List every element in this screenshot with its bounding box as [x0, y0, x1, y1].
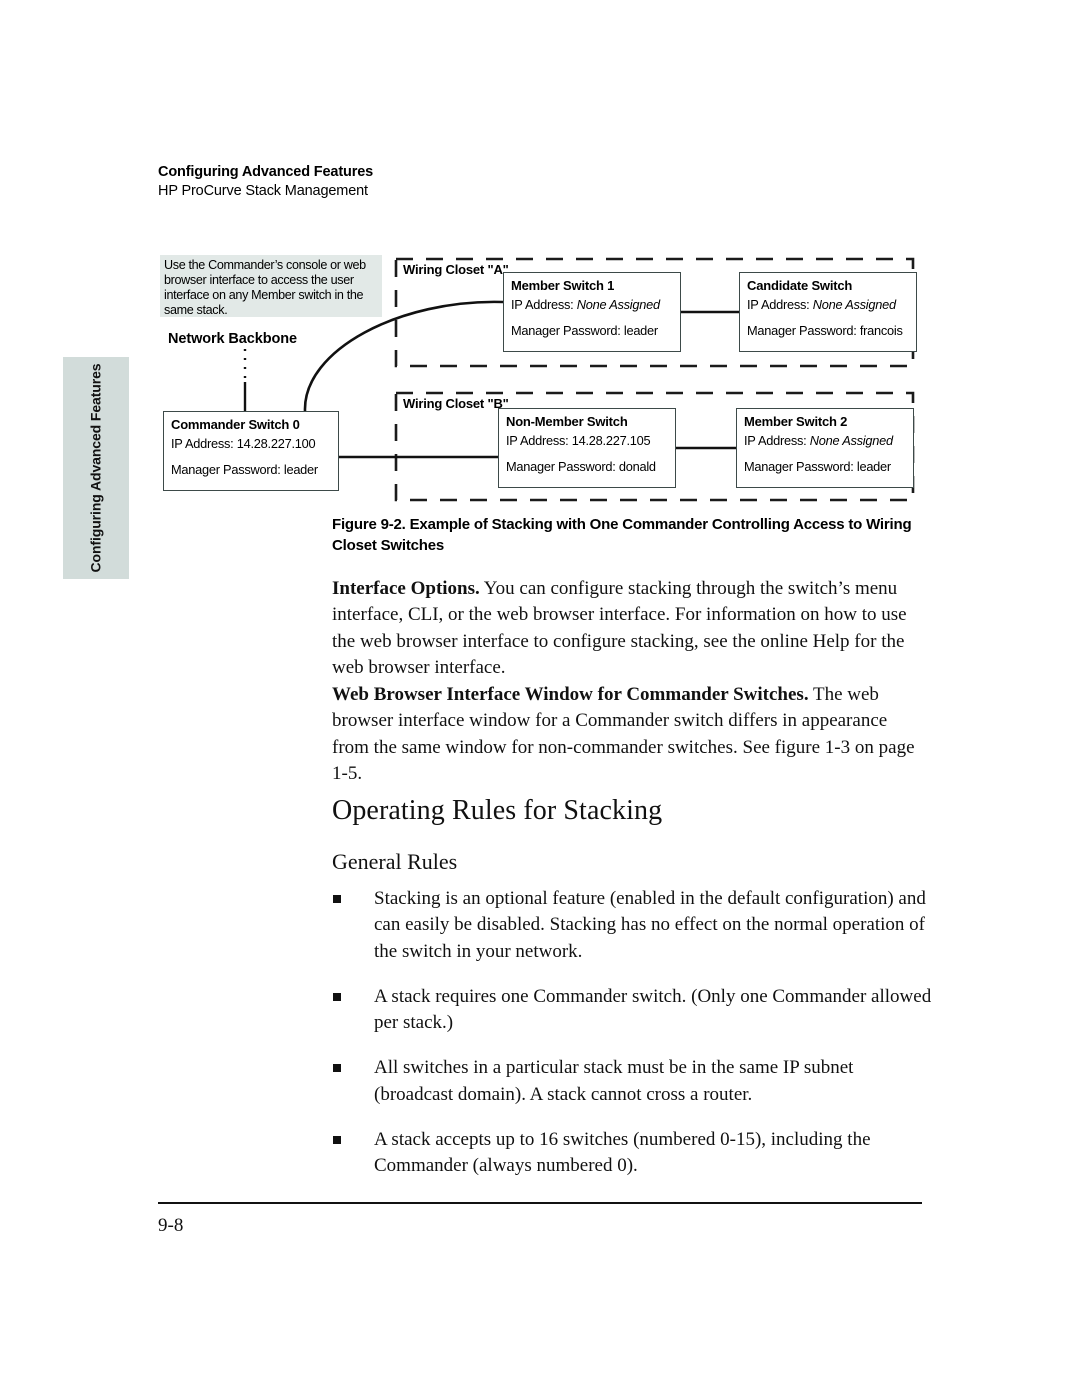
switch-password-line: Manager Password: leader — [171, 462, 331, 478]
footer-divider — [158, 1202, 922, 1204]
wiring-closet-b-label: Wiring Closet "B" — [400, 396, 512, 411]
switch-ip-label: IP Address: — [511, 297, 577, 312]
switch-password-label: Manager Password: — [747, 323, 860, 338]
paragraph-lead-in: Interface Options. — [332, 578, 480, 599]
network-backbone-label: Network Backbone — [168, 331, 297, 347]
switch-title: Member Switch 1 — [511, 278, 615, 293]
switch-password-line: Manager Password: francois — [747, 323, 909, 339]
switch-ip-label: IP Address: — [171, 436, 237, 451]
square-bullet-icon — [333, 992, 341, 1001]
list-item-text: All switches in a particular stack must … — [374, 1057, 854, 1105]
switch-title: Candidate Switch — [747, 278, 853, 293]
running-header: Configuring Advanced Features HP ProCurv… — [158, 163, 758, 202]
switch-password-label: Manager Password: — [506, 459, 619, 474]
switch-title: Commander Switch 0 — [171, 417, 300, 432]
switch-ip-value: 14.28.227.100 — [236, 436, 316, 451]
wiring-closet-b-boundary — [394, 391, 915, 502]
paragraph-lead-in: Web Browser Interface Window for Command… — [332, 684, 809, 705]
header-subject-title: HP ProCurve Stack Management — [158, 183, 368, 199]
switch-box-non-member: Non-Member Switch IP Address: 14.28.227.… — [498, 408, 676, 488]
switch-ip-line: IP Address: 14.28.227.100 — [171, 436, 331, 452]
list-item: A stack accepts up to 16 switches (numbe… — [332, 1127, 932, 1180]
page-number: 9-8 — [158, 1215, 184, 1236]
general-rules-list: Stacking is an optional feature (enabled… — [332, 886, 932, 1199]
switch-ip-value: 14.28.227.105 — [571, 433, 651, 448]
switch-ip-label: IP Address: — [744, 433, 810, 448]
wiring-closet-a-boundary — [394, 257, 915, 368]
switch-ip-value: None Assigned — [576, 297, 660, 312]
switch-ip-label: IP Address: — [747, 297, 813, 312]
figure-stacking-diagram: Use the Commander’s console or web brows… — [0, 0, 1080, 520]
side-thumb-tab-label: Configuring Advanced Features — [87, 363, 104, 573]
paragraph-interface-options: Interface Options. You can configure sta… — [332, 576, 924, 681]
figure-connector-lines — [243, 257, 915, 502]
switch-box-candidate: Candidate Switch IP Address: None Assign… — [739, 272, 917, 352]
switch-password-value: leader — [623, 323, 658, 338]
side-thumb-tab: Configuring Advanced Features — [63, 357, 129, 579]
switch-box-member-1: Member Switch 1 IP Address: None Assigne… — [503, 272, 681, 352]
commander-to-member1-link — [303, 300, 504, 412]
list-item-text: A stack requires one Commander switch. (… — [374, 985, 932, 1034]
square-bullet-icon — [333, 895, 341, 903]
paragraph-web-browser-interface: Web Browser Interface Window for Command… — [332, 682, 924, 787]
switch-ip-value: None Assigned — [809, 433, 893, 448]
switch-ip-value: None Assigned — [812, 297, 896, 312]
square-bullet-icon — [333, 1064, 341, 1073]
switch-title: Member Switch 2 — [744, 414, 848, 429]
switch-password-line: Manager Password: donald — [506, 459, 668, 475]
switch-password-value: francois — [859, 323, 903, 338]
list-item: Stacking is an optional feature (enabled… — [332, 886, 932, 965]
switch-ip-line: IP Address: 14.28.227.105 — [506, 433, 668, 449]
wiring-closet-a-label: Wiring Closet "A" — [400, 262, 512, 277]
figure-callout-note: Use the Commander’s console or web brows… — [160, 255, 382, 317]
square-bullet-icon — [333, 1136, 341, 1145]
switch-box-member-2: Member Switch 2 IP Address: None Assigne… — [736, 408, 914, 488]
switch-password-line: Manager Password: leader — [511, 323, 673, 339]
document-page: Configuring Advanced Features HP ProCurv… — [0, 0, 1080, 1397]
switch-password-value: leader — [283, 462, 318, 477]
list-item: All switches in a particular stack must … — [332, 1055, 932, 1108]
figure-caption: Figure 9-2. Example of Stacking with One… — [332, 516, 912, 554]
switch-ip-line: IP Address: None Assigned — [744, 433, 906, 449]
switch-password-label: Manager Password: — [744, 459, 857, 474]
switch-ip-label: IP Address: — [506, 433, 572, 448]
switch-password-label: Manager Password: — [171, 462, 284, 477]
switch-password-label: Manager Password: — [511, 323, 624, 338]
section-heading-operating-rules: Operating Rules for Stacking — [332, 795, 663, 826]
header-chapter-title: Configuring Advanced Features — [158, 164, 374, 180]
list-item: A stack requires one Commander switch. (… — [332, 984, 932, 1037]
switch-ip-line: IP Address: None Assigned — [511, 297, 673, 313]
switch-ip-line: IP Address: None Assigned — [747, 297, 909, 313]
switch-box-commander: Commander Switch 0 IP Address: 14.28.227… — [163, 411, 339, 491]
list-item-text: A stack accepts up to 16 switches (numbe… — [374, 1129, 871, 1177]
switch-password-value: leader — [856, 459, 891, 474]
list-item-text: Stacking is an optional feature (enabled… — [374, 888, 926, 962]
switch-title: Non-Member Switch — [506, 414, 628, 429]
switch-password-value: donald — [618, 459, 656, 474]
switch-password-line: Manager Password: leader — [744, 459, 906, 475]
subsection-heading-general-rules: General Rules — [332, 849, 458, 874]
